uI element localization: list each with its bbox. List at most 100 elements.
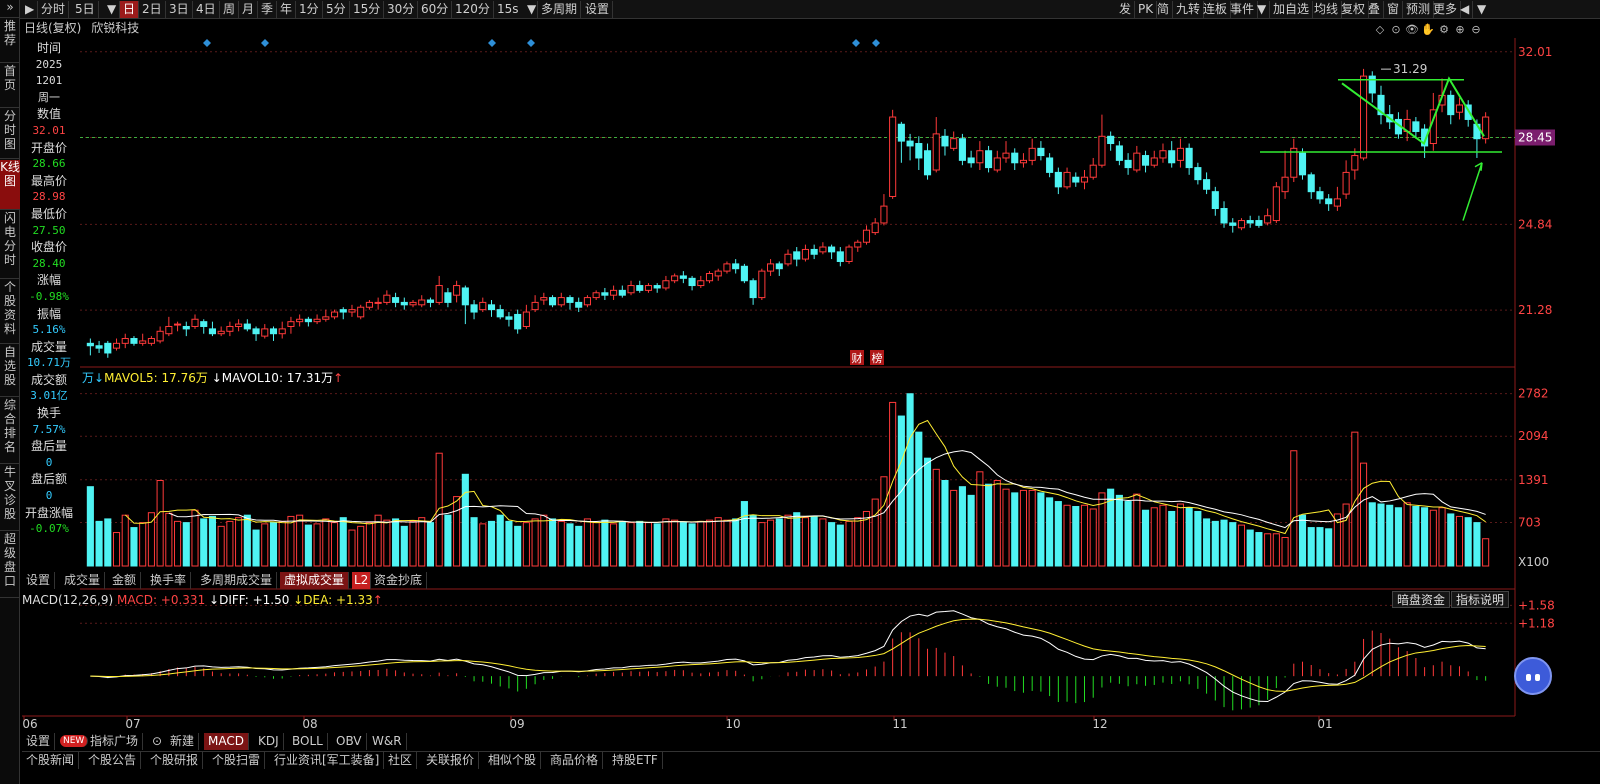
indicator-help-button[interactable]: 指标说明 bbox=[1451, 591, 1510, 608]
candle bbox=[1264, 215, 1272, 224]
volume-bar bbox=[793, 512, 801, 567]
candle bbox=[775, 263, 783, 270]
volume-bar bbox=[1421, 507, 1429, 567]
vol-tab-multiperiod[interactable]: 多周期成交量 bbox=[196, 572, 278, 589]
ind-tab-new[interactable]: 新建 bbox=[166, 733, 200, 750]
ind-tab-wr[interactable]: W&R bbox=[368, 733, 407, 750]
volume-bar bbox=[1150, 507, 1158, 567]
chart-tool-icon: ⊙ bbox=[1391, 23, 1400, 36]
volume-bar bbox=[139, 522, 147, 567]
volume-bar bbox=[1351, 431, 1359, 567]
kline-chart[interactable]: 32.0128.4524.8421.2828.4531.29财榜◇⊙👁✋⚙⊕⊖2… bbox=[0, 0, 1600, 784]
ind-tab-macd[interactable]: MACD bbox=[204, 733, 249, 750]
month-label: 09 bbox=[509, 717, 524, 731]
volume-bar bbox=[950, 489, 958, 567]
candle bbox=[1272, 186, 1280, 222]
dea-value: DEA: +1.33 bbox=[303, 593, 373, 607]
volume-bar bbox=[697, 520, 705, 567]
candle bbox=[104, 342, 112, 354]
ind-tab-obv[interactable]: OBV bbox=[332, 733, 367, 750]
bottom-tab-related[interactable]: 关联报价 bbox=[422, 752, 480, 769]
chart-tool-icon: ⊕ bbox=[1455, 23, 1464, 36]
vol-tab-settings[interactable]: 设置 bbox=[22, 572, 56, 589]
candle bbox=[531, 301, 539, 311]
volume-bar bbox=[1482, 538, 1490, 567]
bottom-tab-notices[interactable]: 个股公告 bbox=[84, 752, 142, 769]
bottom-tab-etf[interactable]: 持股ETF bbox=[608, 752, 663, 769]
candle bbox=[1342, 171, 1350, 195]
candle bbox=[1237, 220, 1246, 229]
volume-bar bbox=[400, 525, 408, 567]
volume-bar bbox=[993, 479, 1001, 567]
candle bbox=[330, 311, 339, 318]
candle bbox=[740, 265, 748, 282]
month-label: 06 bbox=[22, 717, 37, 731]
candle bbox=[252, 328, 260, 335]
volume-bar bbox=[566, 523, 574, 567]
ind-tab-boll[interactable]: BOLL bbox=[288, 733, 328, 750]
volume-bar bbox=[740, 501, 748, 567]
event-diamond-icon bbox=[527, 39, 535, 47]
candle bbox=[1325, 198, 1333, 205]
volume-bar bbox=[1386, 504, 1394, 567]
l2-badge: L2 bbox=[352, 572, 372, 589]
vol-tab-volume[interactable]: 成交量 bbox=[60, 572, 106, 589]
volume-bar bbox=[688, 523, 696, 567]
volume-bar bbox=[522, 522, 530, 567]
candle bbox=[601, 292, 609, 296]
event-diamond-icon bbox=[261, 39, 269, 47]
volume-bar bbox=[296, 514, 304, 567]
volume-bar bbox=[1046, 497, 1054, 567]
assistant-robot-icon[interactable] bbox=[1514, 657, 1552, 695]
vol-tab-virtual[interactable]: 虚拟成交量 bbox=[280, 572, 350, 589]
volume-bar bbox=[723, 519, 731, 567]
volume-bar bbox=[1237, 524, 1246, 567]
candle bbox=[1046, 157, 1054, 173]
volume-bar bbox=[426, 522, 435, 567]
vol-tab-fund-bottom[interactable]: 资金抄底 bbox=[370, 572, 428, 589]
candle bbox=[418, 299, 426, 306]
bottom-tab-news[interactable]: 个股新闻 bbox=[22, 752, 80, 769]
candle bbox=[880, 205, 888, 224]
volume-bar bbox=[531, 518, 539, 567]
ind-tab-square[interactable]: 指标广场 bbox=[86, 733, 144, 750]
candle bbox=[1447, 94, 1455, 116]
bottom-tab-commodity[interactable]: 商品价格 bbox=[546, 752, 604, 769]
volume-bar bbox=[435, 452, 443, 567]
candle bbox=[426, 299, 435, 303]
bottom-tab-community[interactable]: 社区 bbox=[384, 752, 418, 769]
bottom-tab-research[interactable]: 个股研报 bbox=[146, 752, 204, 769]
candle bbox=[1298, 152, 1307, 176]
event-diamond-icon bbox=[488, 39, 496, 47]
ind-tab-kdj[interactable]: KDJ bbox=[254, 733, 284, 750]
ind-tab-settings[interactable]: 设置 bbox=[22, 733, 56, 750]
candle bbox=[121, 338, 129, 344]
candle bbox=[923, 150, 932, 176]
volume-bar bbox=[958, 486, 966, 567]
month-label: 07 bbox=[125, 717, 140, 731]
volume-bar bbox=[191, 509, 199, 567]
candle bbox=[845, 246, 853, 262]
candle bbox=[767, 263, 775, 272]
event-diamond-icon bbox=[852, 39, 860, 47]
volume-bar bbox=[1412, 506, 1420, 567]
candle bbox=[400, 301, 408, 306]
vol-tab-amount[interactable]: 金额 bbox=[108, 572, 142, 589]
candle bbox=[950, 138, 958, 149]
volume-bar bbox=[174, 520, 182, 567]
vol-tab-turnover[interactable]: 换手率 bbox=[146, 572, 192, 589]
candle bbox=[915, 143, 923, 159]
volume-bar bbox=[775, 518, 783, 567]
volume-bar bbox=[889, 401, 897, 567]
volume-bar bbox=[923, 457, 932, 567]
candle bbox=[1255, 220, 1263, 226]
bottom-tab-scan[interactable]: 个股扫雷 bbox=[208, 752, 266, 769]
bottom-tab-similar[interactable]: 相似个股 bbox=[484, 752, 542, 769]
volume-bar bbox=[540, 514, 548, 567]
volume-bar bbox=[985, 483, 993, 567]
dark-pool-button[interactable]: 暗盘资金 bbox=[1392, 591, 1451, 608]
candle bbox=[906, 140, 914, 147]
volume-bar bbox=[767, 519, 775, 567]
volume-bar bbox=[976, 471, 984, 567]
bottom-tab-industry[interactable]: 行业资讯[军工装备] bbox=[270, 752, 385, 769]
